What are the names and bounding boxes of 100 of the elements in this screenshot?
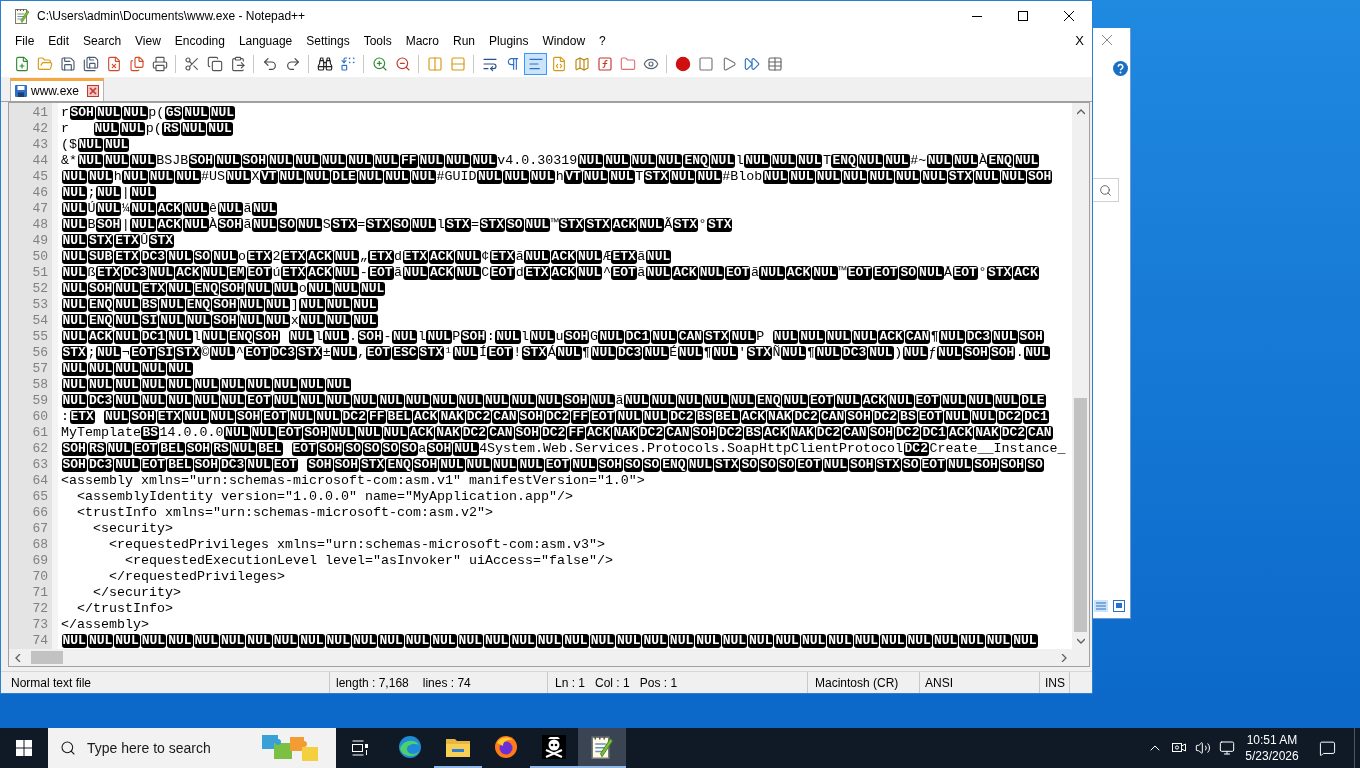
- code-line: MyTemplate BS14.0.0.0 NUL NUL EOT SOH NUL NUL NUL ACK NAK DC2 CAN SOH DC2 FF ACK NAK DC2 CAN SOH DC2 BS ACK NAK DC2 CAN SOH DC2 DC1 ACK NAK DC2 CAN: [61, 425, 1053, 441]
- line-number: 67: [32, 521, 48, 536]
- code-line: NUL NUL NUL NUL NUL NUL NUL NUL NUL NUL NUL NUL NUL NUL NUL NUL NUL NUL NUL NUL NUL NUL NUL NUL NUL NUL NUL NUL NUL NUL NUL NUL NUL NUL NUL NUL NUL: [61, 633, 1039, 649]
- document-tab[interactable]: www.exe: [10, 78, 105, 101]
- file-plus-icon: [13, 56, 30, 72]
- volume-icon: [1195, 740, 1211, 756]
- printer-icon: [151, 56, 168, 72]
- line-number: 74: [32, 633, 48, 648]
- code-line: NUL NUL NUL NUL NUL: [61, 361, 194, 377]
- minimize-icon: [972, 15, 982, 17]
- files-icon: [128, 56, 145, 72]
- code-line: <assemblyIdentity version="1.0.0.0" name="MyApplication.app"/>: [77, 489, 573, 505]
- code-line: r SOH NUL NUL p(GS NUL NUL: [61, 105, 236, 121]
- line-number: 48: [32, 217, 48, 232]
- code-line: NUL;NUL|NUL: [61, 185, 157, 201]
- undo-icon: [261, 56, 278, 72]
- line-number: 50: [32, 249, 48, 264]
- line-number: 45: [32, 169, 48, 184]
- orb-logo-icon: [494, 735, 518, 759]
- status-text: Pos : 1: [639, 674, 678, 692]
- menu-item[interactable]: Window: [535, 31, 593, 51]
- menu-item[interactable]: Settings: [299, 31, 357, 51]
- scrollbar-thumb[interactable]: [1074, 398, 1087, 632]
- zoom-out-icon: [394, 56, 411, 72]
- redo-icon: [284, 56, 301, 72]
- speech-bubble-icon: [1318, 739, 1336, 757]
- monitor-icon: [1219, 740, 1235, 756]
- rows-icon: [449, 56, 466, 72]
- code-line: NUL STX ETXÛSTX: [61, 233, 175, 249]
- search-field[interactable]: Type here to search: [87, 737, 237, 759]
- function-icon: [596, 56, 613, 72]
- align-left-icon: [527, 56, 544, 72]
- code-line: NUL BSOH|NUL ACK NULÀSOHã NUL SO NULSSTX=STX SO NUL lSTX=STX SO NUL™STX STX ACK NULÃSTX°STX: [61, 217, 733, 233]
- webcam-icon: [1172, 741, 1186, 755]
- line-number: 64: [32, 473, 48, 488]
- clock-date: 5/23/2026: [1245, 748, 1299, 764]
- status-text: Ln : 1: [555, 674, 586, 692]
- folder-open-icon: [36, 56, 53, 72]
- menu-item[interactable]: Encoding: [167, 31, 232, 51]
- menu-item[interactable]: File: [8, 31, 42, 51]
- menu-item[interactable]: Plugins: [482, 31, 536, 51]
- code-line: NUL ENQ NUL SI NUL NUL SOH NUL NULx NUL NUL NUL: [61, 313, 379, 329]
- menu-item[interactable]: Search: [76, 31, 129, 51]
- line-number: 63: [32, 457, 48, 472]
- code-line: </assembly>: [61, 617, 149, 633]
- line-number: 41: [32, 105, 48, 120]
- line-number: 66: [32, 505, 48, 520]
- code-line: NUL ACK NUL DC1 NUL lNUL ENQ SOH NUL l NUL.SOH-NUL lNUL PSOH:NUL lNULuSOHGNUL DC1 NUL CAN STX NUL P NUL NUL NUL NUL ACK CAN¶NUL DC3 NUL SOH: [61, 329, 1045, 345]
- code-line: STX;NUL¬EOT SI STX©NUL^EOT DC3 STX±NUL,EOT ESC STX ¹ NUL Í EOT!STXÁNUL¶NUL DC3 NUL ÉNUL¶NUL'STXÑ NUL¶NUL DC3 NUL)NUL ƒ NUL SOH SOH.NUL: [61, 345, 1051, 361]
- line-number: 54: [32, 313, 48, 328]
- status-text: ANSI: [925, 674, 953, 692]
- table-icon: [766, 56, 783, 72]
- code-line: </trustInfo>: [77, 601, 173, 617]
- menu-item[interactable]: Tools: [356, 31, 399, 51]
- status-text: lines : 74: [422, 674, 471, 692]
- status-text: Macintosh (CR): [815, 674, 899, 692]
- code-line: r NUL NUL p(RS NUL NUL: [61, 121, 234, 137]
- line-number: 46: [32, 185, 48, 200]
- arrow-right-icon: [1060, 653, 1067, 662]
- menu-item[interactable]: View: [128, 31, 168, 51]
- line-number: 58: [32, 377, 48, 392]
- close-icon: [87, 85, 100, 97]
- maximize-icon: [1018, 11, 1028, 21]
- code-line: NUL DC3 NUL NUL NUL NUL NUL EOT NUL NUL NUL NUL NUL NUL NUL NUL NUL NUL NUL SOH NULã NUL NUL NUL NUL NUL ENQ NUL EOT NUL ACK NUL EOT NUL NUL NUL DLE: [61, 393, 1047, 409]
- zoom-in-icon: [371, 56, 388, 72]
- menu-item[interactable]: Macro: [398, 31, 446, 51]
- menu-item[interactable]: Run: [446, 31, 483, 51]
- menu-item[interactable]: ?: [592, 31, 613, 51]
- scrollbar-thumb[interactable]: [31, 651, 63, 664]
- code-line: NUL NUL NUL NUL NUL NUL NUL NUL NUL NUL NUL: [61, 377, 352, 393]
- close-document-button[interactable]: X: [1073, 31, 1086, 51]
- close-icon: [1064, 11, 1074, 21]
- binoculars-icon: [316, 56, 333, 72]
- status-text: INS: [1045, 674, 1065, 692]
- arrow-down-icon: [1076, 637, 1085, 644]
- large-icons-view-icon[interactable]: [1113, 600, 1125, 612]
- code-line: NUL ß ETX DC3 NUL ACK NUL EM EOTú ETX ACK NUL-EOTãNUL ACK NUL CEOTd ETX ACK NUL^EOTãNUL ACK NUL EOTãNUL ACK NUL™EOT EOT SO NULÅEOT°STX ACK: [61, 265, 1040, 281]
- line-number: 43: [32, 137, 48, 152]
- search-box[interactable]: Type here to search: [48, 728, 336, 768]
- file-x-icon: [105, 56, 122, 72]
- taskbar-app-button[interactable]: [578, 728, 626, 768]
- code-line: NUL SOH NUL ETX NUL ENQ SOH NUL NULo NUL NUL NUL: [61, 281, 386, 297]
- arrow-left-icon: [14, 653, 21, 662]
- code-line: NUL SUB ETX DC3 NUL SO NUL o ETX2 ETX ACK NUL„ETXd ETX ACK NUL¢ETXãNUL ACK NULÆETXãNUL: [61, 249, 672, 265]
- status-text: length : 7,168: [336, 674, 409, 692]
- search-icon: [1099, 183, 1112, 197]
- arrow-up-icon: [1076, 108, 1085, 115]
- code-line: SOH DC3 NUL EOT BEL SOH DC3 NUL EOT SOH SOH STX ENQ SOH NUL NUL NUL NUL EOT NUL SOH SO SO ENQ NUL STX SO SO SO EOT NUL SOH STX SO EOT NUL SOH SOH SO: [61, 457, 1045, 473]
- line-number: 65: [32, 489, 48, 504]
- fast-forward-icon: [743, 56, 760, 72]
- line-number: 55: [32, 329, 48, 344]
- menu-item[interactable]: Edit: [41, 31, 77, 51]
- clipboard-icon: [229, 56, 246, 72]
- code-line: NUL Ú NUL¼NUL ACK NUL ê NULã NUL: [61, 201, 278, 217]
- notepad-icon: [590, 735, 614, 759]
- line-number: 47: [32, 201, 48, 216]
- line-number: 56: [32, 345, 48, 360]
- line-number: 69: [32, 553, 48, 568]
- clock-time: 10:51 AM: [1246, 732, 1298, 748]
- menu-item[interactable]: Language: [231, 31, 300, 51]
